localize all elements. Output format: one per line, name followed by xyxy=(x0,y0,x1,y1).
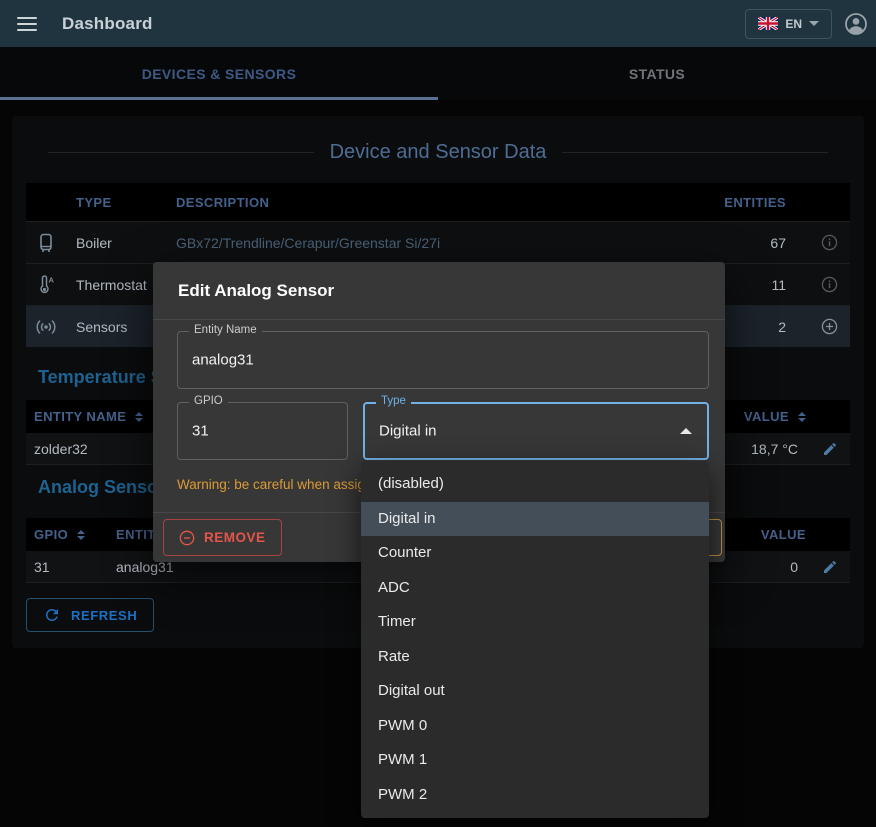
chevron-down-icon xyxy=(809,21,819,26)
gpio-value: 31 xyxy=(192,423,209,440)
sort-icon xyxy=(135,412,143,422)
tab-status[interactable]: STATUS xyxy=(438,47,876,100)
uk-flag-icon xyxy=(758,17,778,30)
remove-button[interactable]: REMOVE xyxy=(163,519,282,556)
entity-name-value: analog31 xyxy=(192,352,254,369)
svg-text:A: A xyxy=(49,275,55,284)
dialog-header: Edit Analog Sensor xyxy=(153,262,725,320)
gpio-field[interactable]: GPIO 31 xyxy=(177,402,348,460)
col-description: DESCRIPTION xyxy=(176,195,674,210)
tab-bar: DEVICES & SENSORS STATUS xyxy=(0,47,876,100)
type-value: Digital in xyxy=(379,423,437,440)
dropdown-option-selected[interactable]: Digital in xyxy=(361,502,709,537)
thermostat-icon: A xyxy=(36,275,56,295)
sensors-icon xyxy=(34,318,58,336)
dashboard-screen: Dashboard EN DEVICES & SENSORS xyxy=(0,0,876,827)
table-row-boiler[interactable]: Boiler GBx72/Trendline/Cerapur/Greenstar… xyxy=(26,221,850,263)
dropdown-option[interactable]: Counter xyxy=(361,536,709,571)
remove-label: REMOVE xyxy=(204,530,266,545)
active-tab-indicator xyxy=(0,97,438,100)
type-label: Type xyxy=(376,395,411,407)
devices-table-header: TYPE DESCRIPTION ENTITIES xyxy=(26,183,850,221)
add-circle-icon[interactable] xyxy=(821,318,838,335)
edit-icon[interactable] xyxy=(822,441,838,457)
sort-icon xyxy=(77,530,85,540)
refresh-label: REFRESH xyxy=(71,608,137,623)
dialog-title: Edit Analog Sensor xyxy=(178,281,334,301)
entity-name-field[interactable]: Entity Name analog31 xyxy=(177,331,709,389)
boiler-icon xyxy=(37,233,55,253)
dropdown-option[interactable]: Timer xyxy=(361,605,709,640)
entity-name-label: Entity Name xyxy=(189,324,262,336)
device-entities: 67 xyxy=(674,235,794,251)
device-description: GBx72/Trendline/Cerapur/Greenstar Si/27i xyxy=(176,235,674,251)
card-title-row: Device and Sensor Data xyxy=(48,138,828,166)
language-selector[interactable]: EN xyxy=(745,9,832,39)
info-icon[interactable] xyxy=(821,276,838,293)
language-label: EN xyxy=(785,17,802,31)
dropdown-option[interactable]: PWM 1 xyxy=(361,743,709,778)
chevron-up-icon xyxy=(680,428,692,434)
warning-text: Warning: be careful when assig xyxy=(177,477,365,492)
col-type: TYPE xyxy=(66,195,176,210)
remove-circle-icon xyxy=(179,530,195,546)
account-icon[interactable] xyxy=(844,12,868,36)
dropdown-option[interactable]: PWM 0 xyxy=(361,709,709,744)
col-gpio[interactable]: GPIO xyxy=(26,527,116,542)
app-bar: Dashboard EN xyxy=(0,0,876,47)
info-icon[interactable] xyxy=(821,234,838,251)
sort-icon xyxy=(798,412,806,422)
refresh-icon xyxy=(43,606,61,624)
dropdown-option[interactable]: (disabled) xyxy=(361,467,709,502)
dropdown-option[interactable]: PWM 2 xyxy=(361,778,709,813)
tab-devices-sensors[interactable]: DEVICES & SENSORS xyxy=(0,47,438,100)
col-entities: ENTITIES xyxy=(674,195,794,210)
menu-icon[interactable] xyxy=(17,17,37,31)
type-select[interactable]: Type Digital in xyxy=(363,402,709,460)
type-dropdown-menu: (disabled) Digital in Counter ADC Timer … xyxy=(361,461,709,818)
gpio-label: GPIO xyxy=(189,395,228,407)
dropdown-option[interactable]: Digital out xyxy=(361,674,709,709)
appbar-actions: EN xyxy=(745,9,876,39)
dropdown-option[interactable]: ADC xyxy=(361,571,709,606)
dropdown-option[interactable]: Rate xyxy=(361,640,709,675)
device-type: Boiler xyxy=(66,235,176,251)
page-title: Dashboard xyxy=(62,14,153,34)
card-title: Device and Sensor Data xyxy=(330,141,547,164)
refresh-button[interactable]: REFRESH xyxy=(26,598,154,632)
sensor-gpio: 31 xyxy=(26,559,116,575)
edit-icon[interactable] xyxy=(822,559,838,575)
